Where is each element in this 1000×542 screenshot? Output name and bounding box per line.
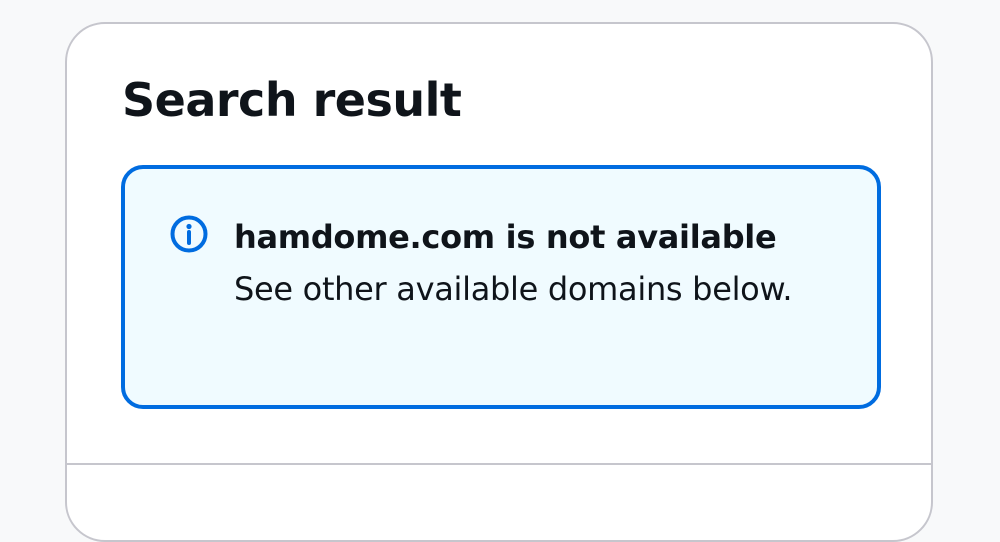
alert-header: hamdome.com is not available [234, 218, 777, 256]
section-divider [67, 463, 931, 465]
info-icon [169, 214, 209, 254]
search-result-card: Search result hamdome.com is not availab… [65, 22, 933, 542]
alert-message: See other available domains below. [234, 270, 793, 308]
search-result-title: Search result [122, 73, 462, 127]
alert-content: hamdome.com is not available See other a… [234, 211, 794, 315]
domain-unavailable-alert: hamdome.com is not available See other a… [121, 165, 881, 409]
